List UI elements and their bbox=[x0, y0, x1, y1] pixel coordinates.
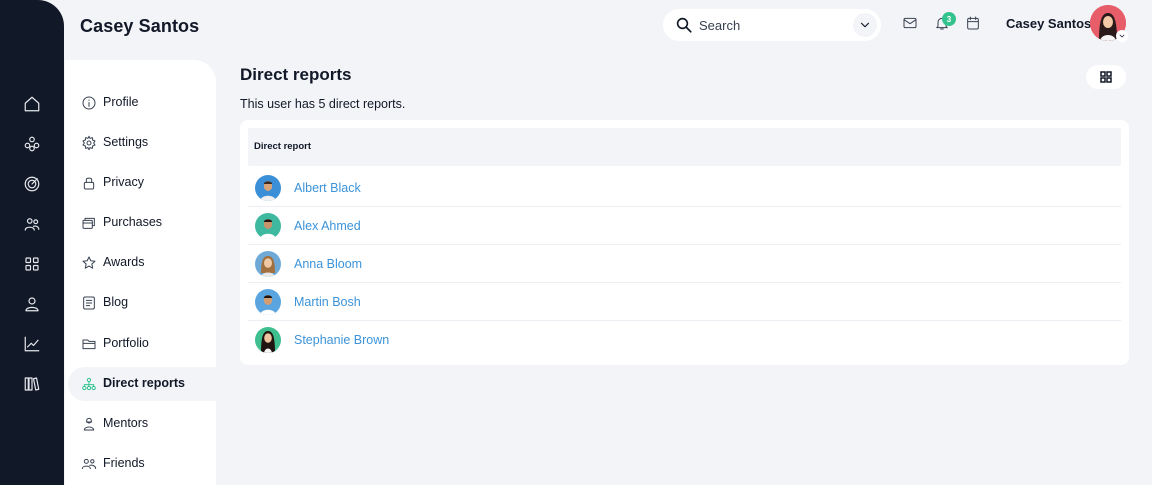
search-bar[interactable] bbox=[663, 9, 881, 41]
subnav-item-direct-reports[interactable]: Direct reports bbox=[68, 367, 216, 401]
info-icon bbox=[81, 95, 97, 111]
friends-icon bbox=[81, 456, 97, 472]
subnav-item-label: Mentors bbox=[103, 416, 149, 430]
home-icon[interactable] bbox=[22, 94, 42, 114]
subnav-item-settings[interactable]: Settings bbox=[68, 126, 216, 160]
search-input[interactable] bbox=[699, 15, 849, 35]
users-icon[interactable] bbox=[22, 214, 42, 234]
mail-icon[interactable] bbox=[902, 15, 920, 33]
subnav-item-label: Portfolio bbox=[103, 336, 149, 350]
direct-report-link[interactable]: Stephanie Brown bbox=[294, 333, 389, 347]
table-row: Albert Black bbox=[248, 169, 1121, 207]
search-scope-dropdown[interactable] bbox=[853, 13, 877, 37]
grid-icon bbox=[1100, 71, 1112, 83]
avatar[interactable] bbox=[255, 213, 281, 239]
subnav-item-label: Privacy bbox=[103, 175, 144, 189]
table-row: Anna Bloom bbox=[248, 245, 1121, 283]
user-icon[interactable] bbox=[22, 294, 42, 314]
purchases-icon bbox=[81, 215, 97, 231]
direct-reports-table: Direct report Albert Black Alex Ahmed An… bbox=[240, 120, 1129, 365]
subnav-item-label: Direct reports bbox=[103, 376, 185, 390]
direct-report-link[interactable]: Anna Bloom bbox=[294, 257, 362, 271]
user-name[interactable]: Casey Santos bbox=[1006, 16, 1091, 31]
page-description: This user has 5 direct reports. bbox=[240, 97, 406, 111]
subnav-item-friends[interactable]: Friends bbox=[68, 447, 216, 481]
avatar[interactable] bbox=[255, 175, 281, 201]
gear-icon bbox=[81, 135, 97, 151]
page-title: Direct reports bbox=[240, 65, 352, 84]
chevron-down-icon bbox=[1119, 34, 1125, 38]
subnav-item-blog[interactable]: Blog bbox=[68, 286, 216, 320]
notification-badge: 3 bbox=[942, 12, 956, 26]
subnav-item-mentors[interactable]: Mentors bbox=[68, 407, 216, 441]
apps-icon[interactable] bbox=[22, 254, 42, 274]
search-icon bbox=[675, 16, 693, 34]
subnav-item-purchases[interactable]: Purchases bbox=[68, 206, 216, 240]
table-header: Direct report bbox=[248, 128, 1121, 166]
profile-subnav: Profile Settings Privacy Purchases Award… bbox=[65, 60, 216, 485]
subnav-item-label: Friends bbox=[103, 456, 145, 470]
lock-icon bbox=[81, 175, 97, 191]
table-row: Alex Ahmed bbox=[248, 207, 1121, 245]
library-icon[interactable] bbox=[22, 374, 42, 394]
target-icon[interactable] bbox=[22, 174, 42, 194]
table-row: Stephanie Brown bbox=[248, 321, 1121, 359]
view-toggle-button[interactable] bbox=[1086, 65, 1126, 89]
subnav-item-profile[interactable]: Profile bbox=[68, 86, 216, 120]
direct-report-link[interactable]: Albert Black bbox=[294, 181, 361, 195]
subnav-item-portfolio[interactable]: Portfolio bbox=[68, 327, 216, 361]
direct-report-link[interactable]: Alex Ahmed bbox=[294, 219, 361, 233]
app-title: Casey Santos bbox=[80, 16, 200, 36]
subnav-item-label: Purchases bbox=[103, 215, 163, 229]
subnav-item-label: Profile bbox=[103, 95, 139, 109]
table-row: Martin Bosh bbox=[248, 283, 1121, 321]
team-icon[interactable] bbox=[22, 134, 42, 154]
avatar[interactable] bbox=[255, 251, 281, 277]
subnav-item-awards[interactable]: Awards bbox=[68, 246, 216, 280]
folder-icon bbox=[81, 336, 97, 352]
subnav-item-privacy[interactable]: Privacy bbox=[68, 166, 216, 200]
user-menu-chevron[interactable] bbox=[1116, 30, 1128, 42]
subnav-item-label: Awards bbox=[103, 255, 145, 269]
org-chart-icon bbox=[81, 376, 97, 392]
blog-icon bbox=[81, 295, 97, 311]
column-header-direct-report: Direct report bbox=[254, 141, 312, 152]
star-icon bbox=[81, 255, 97, 271]
icon-rail bbox=[0, 0, 64, 485]
subnav-item-label: Settings bbox=[103, 135, 149, 149]
calendar-icon[interactable] bbox=[965, 15, 983, 33]
mentor-icon bbox=[81, 416, 97, 432]
avatar[interactable] bbox=[255, 289, 281, 315]
subnav-item-label: Blog bbox=[103, 295, 129, 309]
chevron-down-icon bbox=[860, 22, 870, 28]
avatar[interactable] bbox=[255, 327, 281, 353]
chart-icon[interactable] bbox=[22, 334, 42, 354]
direct-report-link[interactable]: Martin Bosh bbox=[294, 295, 361, 309]
